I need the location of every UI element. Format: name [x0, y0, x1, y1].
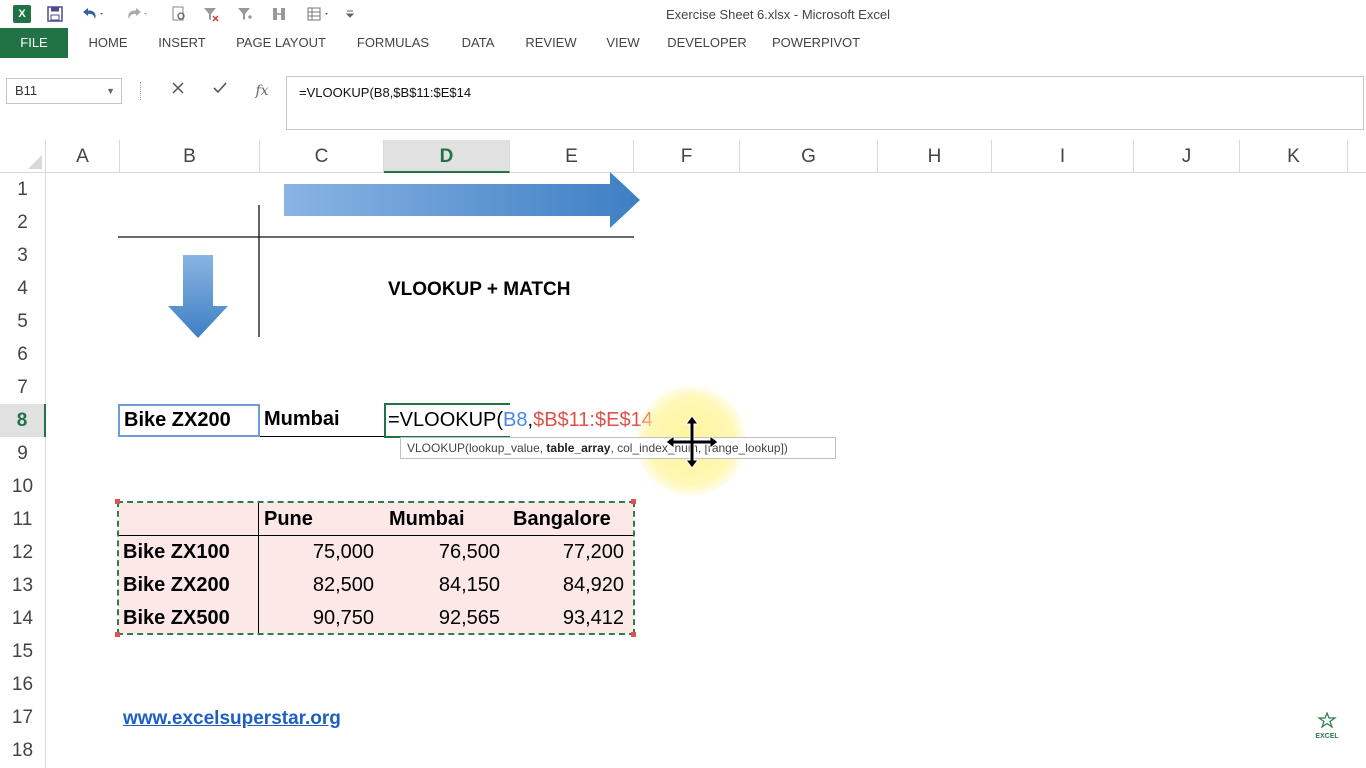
table-cell[interactable]: 92,565 [384, 602, 510, 635]
table-cell[interactable]: 75,000 [260, 536, 384, 569]
table-header-cell[interactable]: Bangalore [513, 503, 611, 536]
editing-formula-cell[interactable]: =VLOOKUP(B8,$B$11:$E$14 [388, 404, 653, 437]
table-cell[interactable]: 77,200 [510, 536, 634, 569]
sheet-heading: VLOOKUP + MATCH [388, 279, 571, 300]
tooltip-function: VLOOKUP(lookup_value, [407, 441, 547, 455]
star-icon [1317, 711, 1337, 729]
formula-function-text: =VLOOKUP( [388, 409, 504, 431]
down-arrow-icon [168, 255, 228, 338]
table-cell[interactable]: 82,500 [260, 569, 384, 602]
selection-handle[interactable] [115, 499, 120, 504]
table-row-label[interactable]: Bike ZX100 [123, 536, 230, 569]
lookup-product-cell[interactable]: Bike ZX200 [118, 404, 260, 437]
selection-handle[interactable] [631, 499, 636, 504]
table-cell[interactable]: 84,150 [384, 569, 510, 602]
function-tooltip: VLOOKUP(lookup_value, table_array, col_i… [400, 437, 836, 459]
table-cell[interactable]: 76,500 [384, 536, 510, 569]
right-arrow-icon [284, 172, 640, 228]
logo-text: EXCEL [1315, 733, 1339, 740]
diagram-overlay [118, 172, 640, 338]
table-row-label[interactable]: Bike ZX200 [123, 569, 230, 602]
lookup-city-cell[interactable]: Mumbai [260, 404, 384, 437]
website-link[interactable]: www.excelsuperstar.org [123, 702, 341, 735]
excel-superstar-logo: EXCEL [1310, 711, 1344, 746]
table-row-label[interactable]: Bike ZX500 [123, 602, 230, 635]
move-cursor-icon [665, 415, 719, 469]
formula-ref-b8: B8 [503, 409, 528, 431]
table-cell[interactable]: 84,920 [510, 569, 634, 602]
tooltip-active-arg: table_array [546, 441, 611, 455]
table-cell[interactable]: 90,750 [260, 602, 384, 635]
table-header-cell[interactable]: Mumbai [389, 503, 465, 536]
table-header-cell[interactable]: Pune [264, 503, 313, 536]
table-cell[interactable]: 93,412 [510, 602, 634, 635]
selection-handle[interactable] [115, 632, 120, 637]
formula-ref-range: $B$11:$E$14 [533, 409, 653, 431]
